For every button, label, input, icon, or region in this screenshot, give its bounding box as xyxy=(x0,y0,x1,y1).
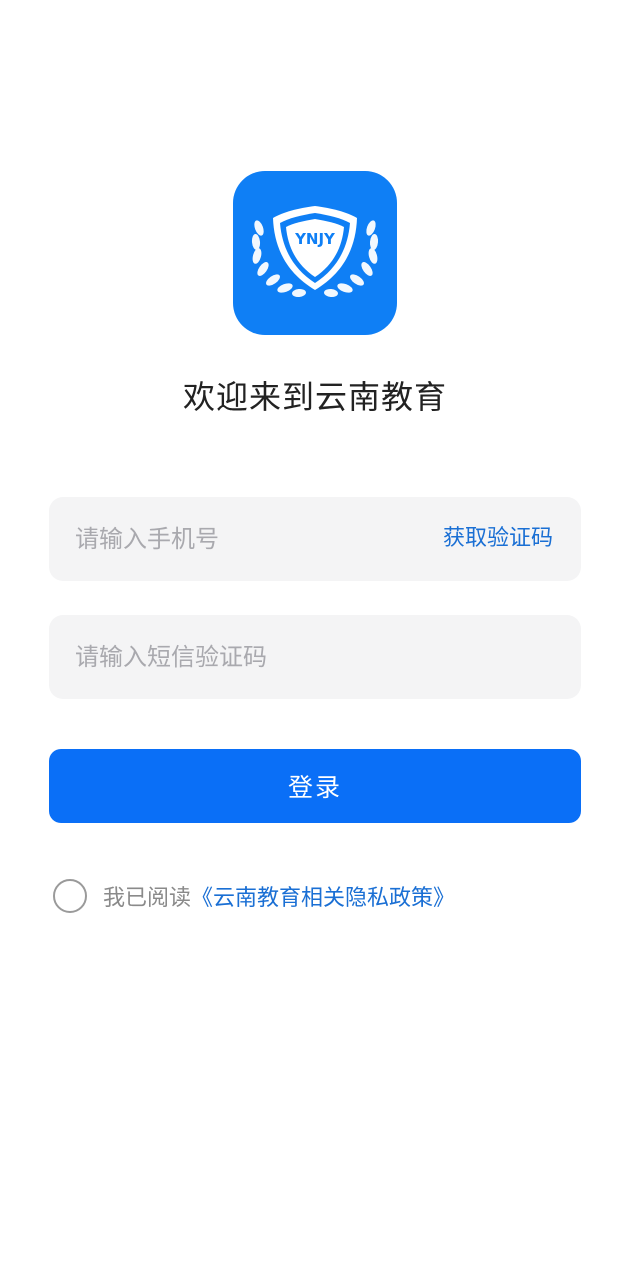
login-page: YNJY 欢迎来到云南教育 获取验证码 登录 我已阅读 《云南教育相关隐私政策》 xyxy=(0,0,630,1280)
app-logo: YNJY xyxy=(233,171,397,335)
shield-laurel-icon: YNJY xyxy=(251,206,379,298)
privacy-policy-link[interactable]: 《云南教育相关隐私政策》 xyxy=(191,880,455,912)
agreement-prefix: 我已阅读 xyxy=(103,886,192,911)
phone-field-container: 获取验证码 xyxy=(49,497,581,581)
agreement-row: 我已阅读 《云南教育相关隐私政策》 xyxy=(53,877,455,915)
logo-text: YNJY xyxy=(294,230,336,248)
get-code-button[interactable]: 获取验证码 xyxy=(443,497,553,581)
welcome-title: 欢迎来到云南教育 xyxy=(182,378,447,416)
phone-input[interactable] xyxy=(75,497,415,581)
sms-code-input[interactable] xyxy=(75,615,555,699)
agreement-radio[interactable] xyxy=(53,879,87,913)
login-button[interactable]: 登录 xyxy=(49,749,581,823)
code-field-container xyxy=(49,615,581,699)
